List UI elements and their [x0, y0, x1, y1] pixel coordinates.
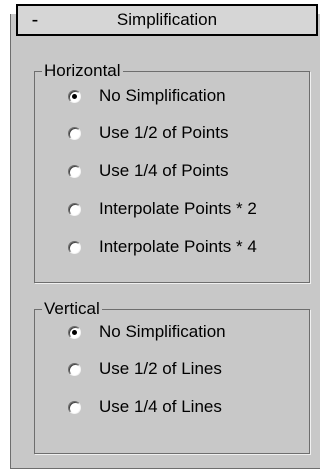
- collapse-toggle[interactable]: -: [18, 6, 52, 34]
- radio-label: Use 1/2 of Lines: [99, 359, 222, 378]
- radio-label: No Simplification: [99, 322, 226, 341]
- radio-button-icon[interactable]: [68, 126, 81, 140]
- radio-button-icon[interactable]: [68, 362, 81, 376]
- radio-label: No Simplification: [99, 86, 226, 105]
- group-vertical: Vertical No Simplification Use 1/2 of Li…: [34, 299, 310, 454]
- radio-button-icon[interactable]: [68, 400, 81, 414]
- radio-vertical-no-simplification[interactable]: No Simplification: [68, 320, 226, 344]
- radio-label: Use 1/2 of Points: [99, 123, 229, 142]
- radio-button-icon[interactable]: [68, 164, 81, 178]
- radio-label: Interpolate Points * 2: [99, 199, 257, 218]
- radio-horizontal-use-quarter-points[interactable]: Use 1/4 of Points: [68, 159, 228, 183]
- group-legend-horizontal: Horizontal: [42, 61, 123, 81]
- radio-label: Use 1/4 of Points: [99, 161, 229, 180]
- radio-vertical-use-quarter-lines[interactable]: Use 1/4 of Lines: [68, 395, 222, 419]
- radio-horizontal-interpolate-x4[interactable]: Interpolate Points * 4: [68, 235, 257, 259]
- radio-button-icon[interactable]: [68, 89, 81, 103]
- rollout-header-simplification[interactable]: - Simplification: [16, 4, 318, 36]
- radio-vertical-use-half-lines[interactable]: Use 1/2 of Lines: [68, 357, 222, 381]
- radio-horizontal-use-half-points[interactable]: Use 1/2 of Points: [68, 121, 228, 145]
- group-horizontal: Horizontal No Simplification Use 1/2 of …: [34, 61, 310, 283]
- radio-horizontal-interpolate-x2[interactable]: Interpolate Points * 2: [68, 197, 257, 221]
- radio-button-icon[interactable]: [68, 240, 81, 254]
- radio-button-icon[interactable]: [68, 325, 81, 339]
- radio-label: Interpolate Points * 4: [99, 237, 257, 256]
- radio-horizontal-no-simplification[interactable]: No Simplification: [68, 84, 226, 108]
- rollout-title: Simplification: [116, 10, 218, 29]
- radio-button-icon[interactable]: [68, 202, 81, 216]
- group-legend-vertical: Vertical: [42, 299, 102, 319]
- radio-label: Use 1/4 of Lines: [99, 397, 222, 416]
